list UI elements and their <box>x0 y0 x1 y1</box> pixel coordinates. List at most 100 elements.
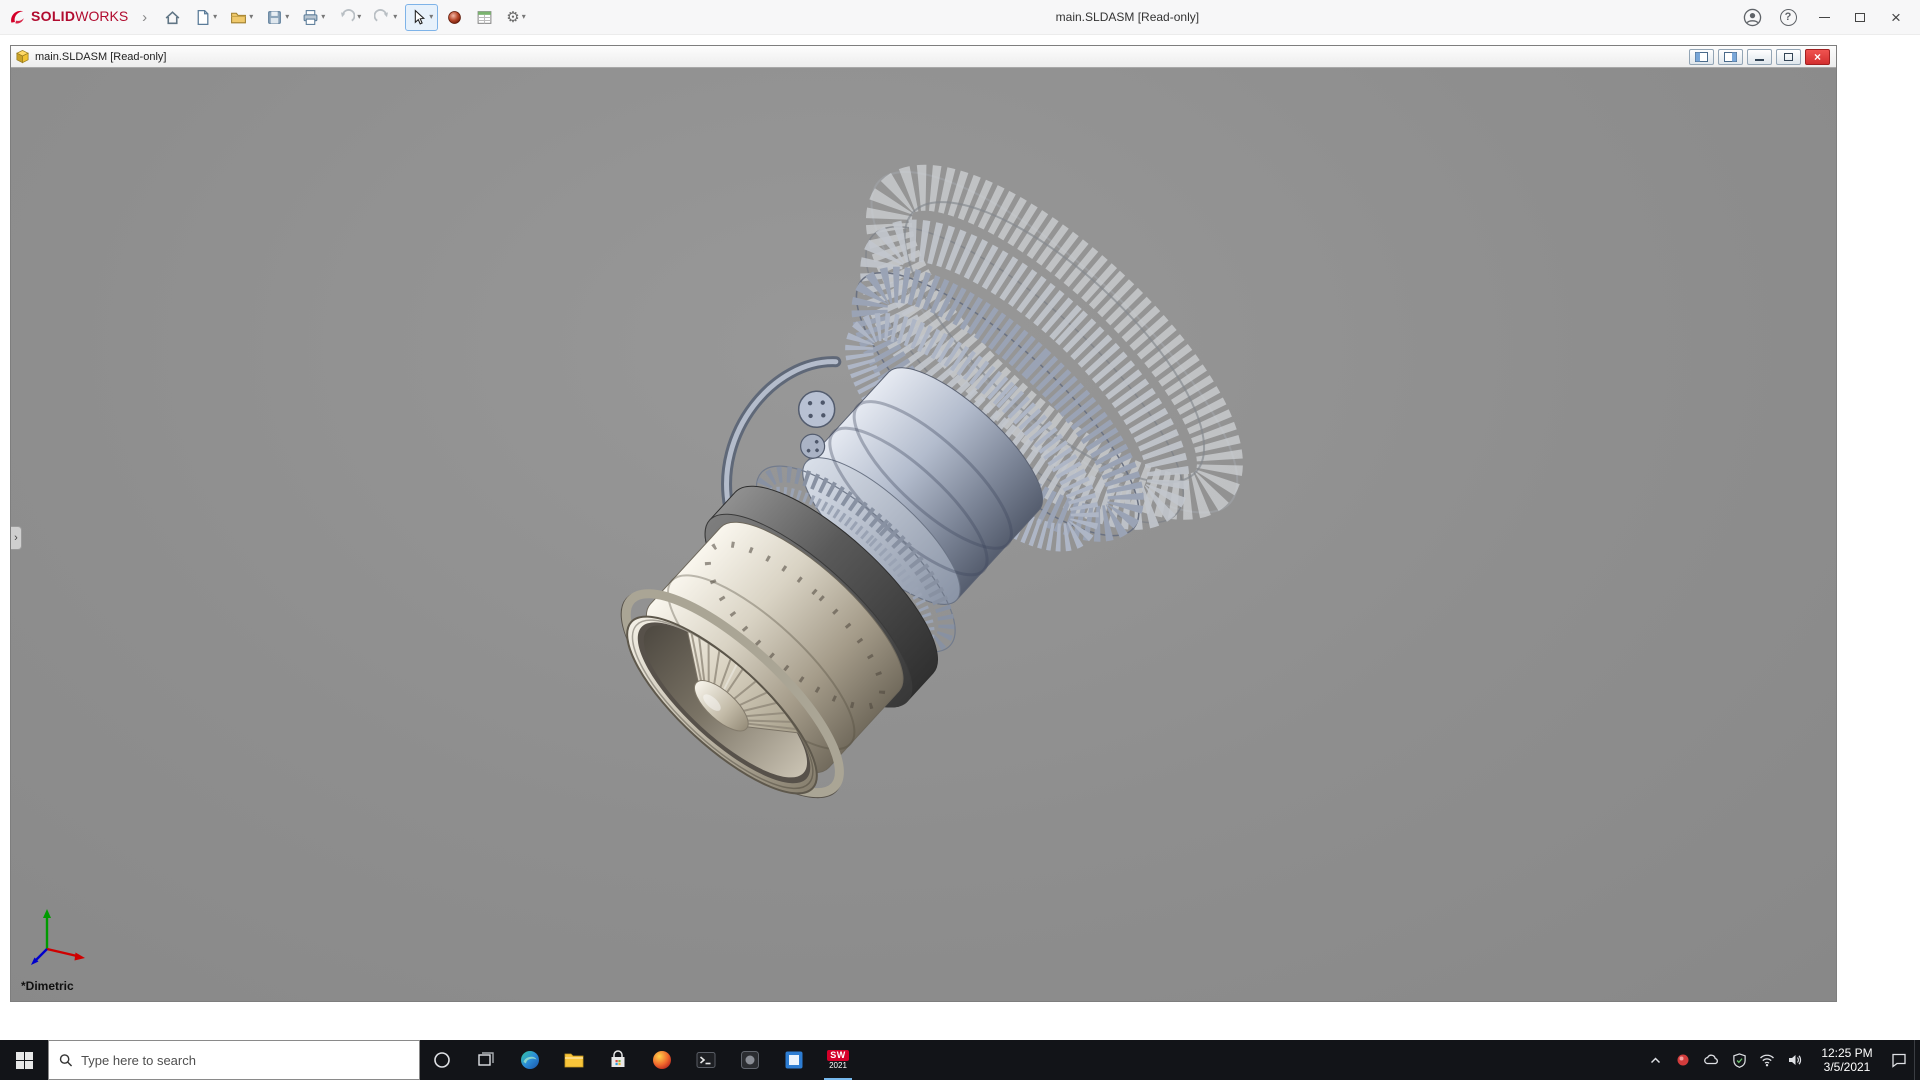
doc-close-button[interactable]: × <box>1805 49 1830 65</box>
evaluate-table-button[interactable] <box>471 4 498 31</box>
quick-access-toolbar: ▾ ▾ ▾ <box>159 4 531 31</box>
clock-date: 3/5/2021 <box>1812 1060 1882 1074</box>
cortana-button[interactable] <box>420 1040 464 1080</box>
help-icon: ? <box>1780 9 1797 26</box>
shield-icon <box>1732 1053 1747 1068</box>
open-button[interactable]: ▾ <box>225 4 258 31</box>
document-window: main.SLDASM [Read-only] <box>10 45 1837 1002</box>
start-button[interactable] <box>0 1040 48 1080</box>
terminal-icon <box>695 1049 717 1071</box>
chevron-down-icon[interactable]: ▾ <box>357 13 361 21</box>
solidworks-taskbar-button[interactable]: SW 2021 <box>816 1040 860 1080</box>
chevron-down-icon[interactable]: ▾ <box>249 13 253 21</box>
select-pointer-button[interactable]: ▾ <box>405 4 438 31</box>
display-pane-right-button[interactable] <box>1718 49 1743 65</box>
cloud-icon <box>1703 1052 1720 1069</box>
orientation-triad <box>15 901 99 975</box>
open-folder-icon <box>230 9 247 26</box>
maximize-icon <box>1855 13 1865 22</box>
minimize-icon <box>1819 17 1830 18</box>
show-desktop-button[interactable] <box>1914 1040 1920 1080</box>
user-account-button[interactable] <box>1736 0 1768 35</box>
blue-app-icon <box>783 1049 805 1071</box>
document-titlebar[interactable]: main.SLDASM [Read-only] <box>11 46 1836 68</box>
store-button[interactable] <box>596 1040 640 1080</box>
view-orientation-label: *Dimetric <box>21 979 74 993</box>
wifi-icon <box>1759 1052 1775 1068</box>
save-icon <box>266 9 283 26</box>
chevron-down-icon[interactable]: ▾ <box>522 13 526 21</box>
close-icon: × <box>1891 9 1901 26</box>
colored-app-icon <box>651 1049 673 1071</box>
clock-time: 12:25 PM <box>1812 1046 1882 1060</box>
chevron-down-icon[interactable]: ▾ <box>321 13 325 21</box>
doc-restore-icon <box>1784 53 1793 61</box>
tray-colored-app-button[interactable] <box>1670 1040 1696 1080</box>
dark-app-button[interactable] <box>728 1040 772 1080</box>
split-pane-right-icon <box>1724 52 1737 62</box>
colored-app-button[interactable] <box>640 1040 684 1080</box>
task-view-icon <box>477 1051 495 1069</box>
doc-minimize-icon <box>1755 59 1764 61</box>
chevron-up-icon <box>1649 1054 1662 1067</box>
blue-app-button[interactable] <box>772 1040 816 1080</box>
tray-overflow-button[interactable] <box>1642 1040 1668 1080</box>
chevron-down-icon[interactable]: ▾ <box>213 13 217 21</box>
edge-icon <box>519 1049 541 1071</box>
cortana-icon <box>433 1051 451 1069</box>
jet-engine-3d-model[interactable] <box>11 68 1836 1001</box>
taskbar-search[interactable] <box>48 1040 420 1080</box>
flyout-arrow-icon: › <box>14 532 18 544</box>
tray-network-button[interactable] <box>1754 1040 1780 1080</box>
select-pointer-icon <box>410 9 427 26</box>
file-explorer-icon <box>563 1049 585 1071</box>
print-icon <box>302 9 319 26</box>
terminal-button[interactable] <box>684 1040 728 1080</box>
tray-security-button[interactable] <box>1726 1040 1752 1080</box>
close-button[interactable]: × <box>1880 0 1912 35</box>
search-icon <box>59 1053 73 1068</box>
file-explorer-button[interactable] <box>552 1040 596 1080</box>
windows-taskbar: SW 2021 <box>0 1040 1920 1080</box>
windows-logo-icon <box>16 1052 33 1069</box>
chevron-down-icon[interactable]: ▾ <box>393 13 397 21</box>
solidworks-taskbar-icon: SW 2021 <box>827 1050 849 1070</box>
tray-onedrive-button[interactable] <box>1698 1040 1724 1080</box>
edge-button[interactable] <box>508 1040 552 1080</box>
search-input[interactable] <box>81 1053 409 1068</box>
help-button[interactable]: ? <box>1772 0 1804 35</box>
solidworks-logo-icon <box>8 8 26 26</box>
action-center-button[interactable] <box>1886 1040 1912 1080</box>
home-button[interactable] <box>159 4 186 31</box>
feature-tree-flyout-button[interactable]: › <box>11 526 22 550</box>
menu-flyout-arrow-icon[interactable]: › <box>142 9 147 26</box>
task-view-button[interactable] <box>464 1040 508 1080</box>
redo-button[interactable]: ▾ <box>369 4 402 31</box>
document-window-controls: × <box>1689 49 1832 65</box>
undo-button[interactable]: ▾ <box>333 4 366 31</box>
display-pane-left-button[interactable] <box>1689 49 1714 65</box>
save-button[interactable]: ▾ <box>261 4 294 31</box>
tray-colored-app-icon <box>1676 1053 1690 1067</box>
new-document-button[interactable]: ▾ <box>189 4 222 31</box>
print-button[interactable]: ▾ <box>297 4 330 31</box>
chevron-down-icon[interactable]: ▾ <box>429 13 433 21</box>
doc-minimize-button[interactable] <box>1747 49 1772 65</box>
undo-icon <box>338 9 355 26</box>
solidworks-logo[interactable]: SOLIDWORKS <box>8 8 128 26</box>
home-icon <box>164 9 181 26</box>
taskbar-clock[interactable]: 12:25 PM 3/5/2021 <box>1810 1046 1884 1074</box>
options-button[interactable]: ⚙ ▾ <box>501 4 530 31</box>
tray-volume-button[interactable] <box>1782 1040 1808 1080</box>
maximize-button[interactable] <box>1844 0 1876 35</box>
chevron-down-icon[interactable]: ▾ <box>285 13 289 21</box>
sphere-tool-button[interactable] <box>441 4 468 31</box>
sphere-tool-icon <box>446 9 463 26</box>
evaluate-table-icon <box>476 9 493 26</box>
document-title: main.SLDASM [Read-only] <box>35 51 166 63</box>
minimize-button[interactable] <box>1808 0 1840 35</box>
doc-restore-button[interactable] <box>1776 49 1801 65</box>
logo-text: SOLIDWORKS <box>31 8 128 26</box>
viewport-3d[interactable]: *Dimetric › <box>11 68 1836 1001</box>
store-bag-icon <box>607 1049 629 1071</box>
